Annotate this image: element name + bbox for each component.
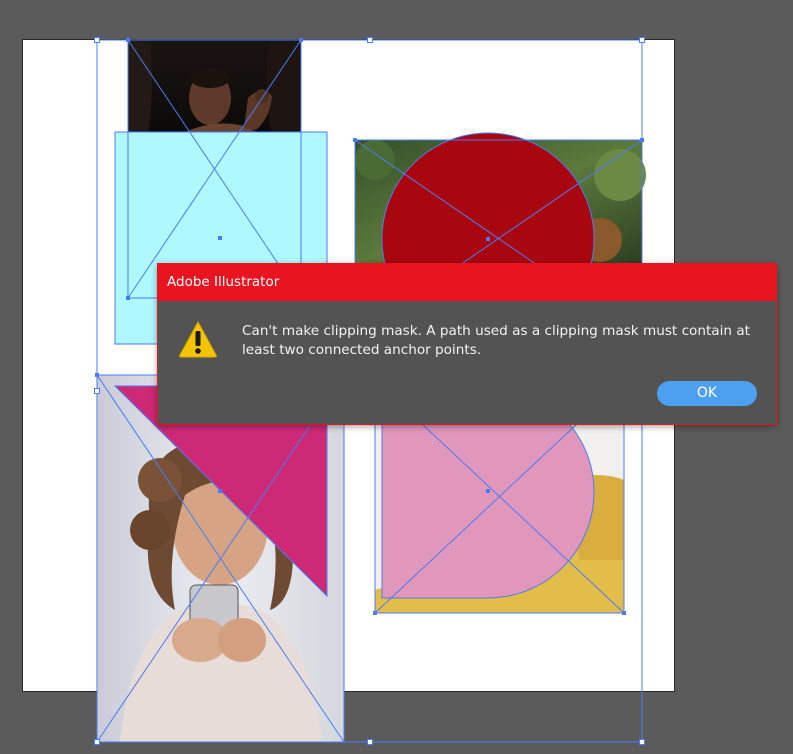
ok-button[interactable]: OK <box>657 381 757 406</box>
photo-man[interactable] <box>128 40 301 135</box>
alert-dialog: Adobe Illustrator Can't make clipping ma… <box>157 263 777 425</box>
dialog-title-bar[interactable]: Adobe Illustrator <box>158 264 776 301</box>
dialog-message: Can't make clipping mask. A path used as… <box>242 323 751 358</box>
dialog-title: Adobe Illustrator <box>167 274 280 290</box>
warning-icon <box>179 320 217 358</box>
